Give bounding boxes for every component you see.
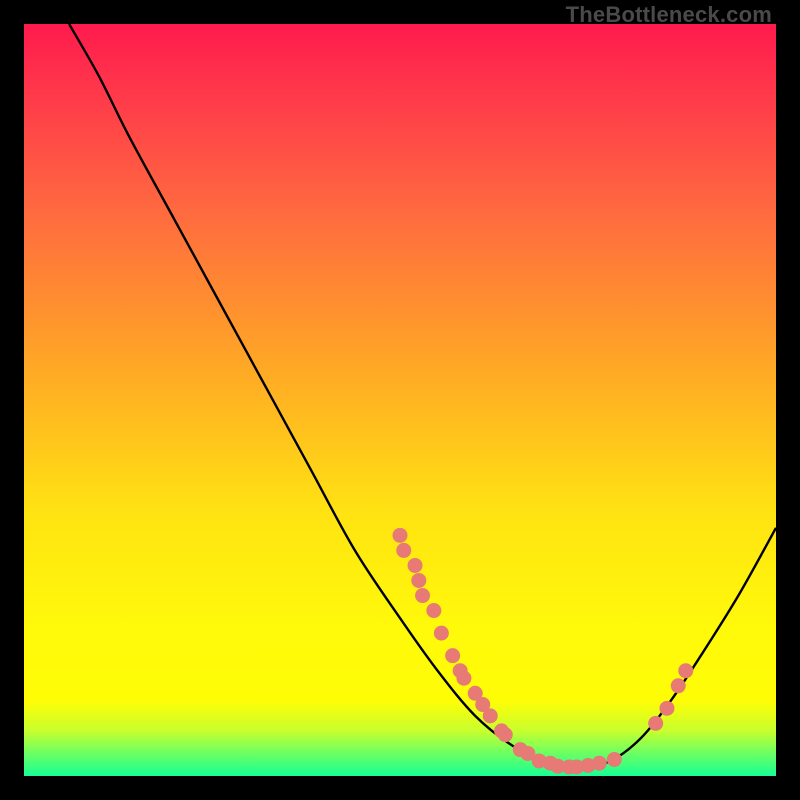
watermark-text: TheBottleneck.com: [566, 2, 772, 28]
data-point: [456, 671, 471, 686]
data-point: [659, 701, 674, 716]
bottleneck-curve: [69, 24, 776, 769]
data-point: [408, 558, 423, 573]
chart-plot-area: [24, 24, 776, 776]
data-point: [415, 588, 430, 603]
data-point: [434, 626, 449, 641]
data-point: [607, 752, 622, 767]
data-point: [483, 708, 498, 723]
chart-svg: [24, 24, 776, 776]
data-point: [445, 648, 460, 663]
data-point: [648, 716, 663, 731]
data-point: [671, 678, 686, 693]
data-point: [678, 663, 693, 678]
data-point: [426, 603, 441, 618]
data-point: [592, 756, 607, 771]
data-point: [393, 528, 408, 543]
data-points: [393, 528, 694, 775]
data-point: [411, 573, 426, 588]
data-point: [396, 543, 411, 558]
data-point: [498, 727, 513, 742]
